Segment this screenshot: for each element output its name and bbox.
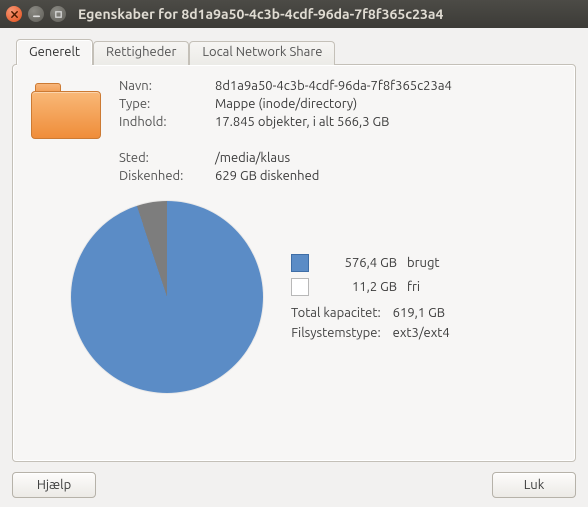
value-location: /media/klaus [215, 151, 452, 165]
legend-used-label: brugt [407, 256, 450, 270]
general-panel: Navn: 8d1a9a50-4c3b-4cdf-96da-7f8f365c23… [12, 64, 576, 462]
value-volume: 629 GB diskenhed [215, 169, 452, 183]
label-total-capacity: Total kapacitet: [291, 306, 381, 320]
properties-grid: Navn: 8d1a9a50-4c3b-4cdf-96da-7f8f365c23… [119, 79, 452, 183]
label-name: Navn: [119, 79, 209, 93]
label-type: Type: [119, 97, 209, 111]
label-location: Sted: [119, 151, 209, 165]
label-volume: Diskenhed: [119, 169, 209, 183]
window-title: Egenskaber for 8d1a9a50-4c3b-4cdf-96da-7… [78, 6, 443, 22]
legend-row-free: 11,2 GB fri [291, 278, 450, 296]
folder-icon [31, 83, 101, 139]
label-content: Indhold: [119, 115, 209, 129]
disk-usage-pie-chart [71, 201, 263, 393]
maximize-icon[interactable] [50, 6, 66, 22]
value-type: Mappe (inode/directory) [215, 97, 452, 111]
legend-used-value: 576,4 GB [323, 256, 397, 270]
tab-bar: Generelt Rettigheder Local Network Share [16, 39, 576, 65]
value-fs-type: ext3/ext4 [393, 326, 450, 340]
titlebar: Egenskaber for 8d1a9a50-4c3b-4cdf-96da-7… [0, 0, 588, 28]
value-content: 17.845 objekter, i alt 566,3 GB [215, 115, 452, 129]
value-name: 8d1a9a50-4c3b-4cdf-96da-7f8f365c23a4 [215, 79, 452, 93]
close-button[interactable]: Luk [492, 472, 576, 498]
label-fs-type: Filsystemstype: [291, 326, 381, 340]
value-total-capacity: 619,1 GB [393, 306, 450, 320]
legend-free-label: fri [407, 280, 450, 294]
swatch-free-icon [291, 278, 309, 296]
tab-local-network-share[interactable]: Local Network Share [189, 41, 335, 65]
legend: 576,4 GB brugt 11,2 GB fri Total kapacit… [291, 254, 450, 340]
tab-general[interactable]: Generelt [16, 39, 93, 65]
help-button[interactable]: Hjælp [12, 472, 96, 498]
legend-free-value: 11,2 GB [323, 280, 397, 294]
close-icon[interactable] [6, 6, 22, 22]
tab-permissions[interactable]: Rettigheder [93, 41, 189, 65]
swatch-used-icon [291, 254, 309, 272]
minimize-icon[interactable] [28, 6, 44, 22]
legend-row-used: 576,4 GB brugt [291, 254, 450, 272]
